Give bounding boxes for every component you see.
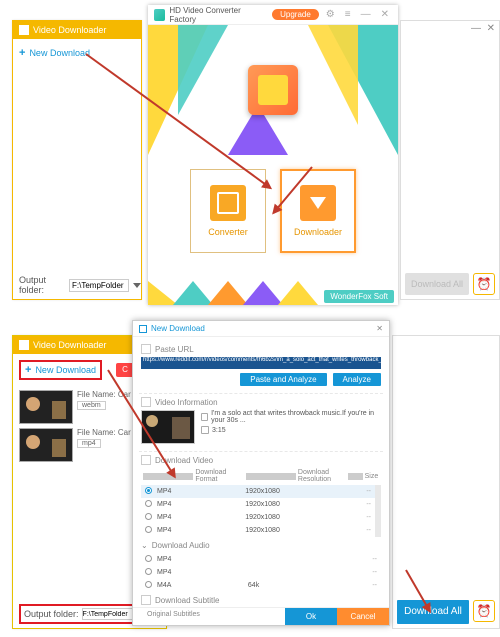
- converter-tile[interactable]: Converter: [190, 169, 266, 253]
- schedule-icon[interactable]: ⏰: [473, 600, 495, 622]
- close-icon[interactable]: ✕: [378, 9, 392, 20]
- ok-button[interactable]: Ok: [285, 608, 337, 625]
- conv-titlebar: HD Video Converter Factory Upgrade ⚙ ≡ —…: [148, 5, 398, 25]
- cancel-button[interactable]: Cancel: [337, 608, 389, 625]
- audio-format-row[interactable]: MP4--: [141, 553, 381, 566]
- output-folder-label: Output folder:: [19, 275, 65, 295]
- size-icon: [348, 473, 362, 480]
- dialog-icon: [139, 325, 147, 333]
- downloader-tile[interactable]: Downloader: [280, 169, 356, 253]
- new-download-button[interactable]: + New Download: [19, 47, 135, 59]
- minimize-icon[interactable]: —: [358, 9, 374, 20]
- radio-icon: [145, 526, 152, 533]
- title-icon: [201, 413, 208, 421]
- columns-header: Download Format Download Resolution Size: [143, 469, 379, 483]
- vd-title: Video Downloader: [33, 336, 106, 354]
- schedule-icon[interactable]: ⏰: [473, 273, 495, 295]
- folder-dropdown-icon[interactable]: [133, 283, 141, 288]
- output-folder-row: Output folder:: [19, 275, 141, 295]
- right-panel-top: — ✕ Download All ⏰: [400, 20, 500, 300]
- menu-icon[interactable]: ≡: [342, 9, 354, 20]
- format-row[interactable]: MP41920x1080--: [141, 498, 375, 511]
- brand-badge: WonderFox Soft: [324, 290, 394, 303]
- audio-format-row[interactable]: M4A64k--: [141, 579, 381, 592]
- item-thumbnail: [19, 390, 73, 424]
- hero-banner: [148, 25, 398, 155]
- new-download-dialog: New Download ✕ Paste URL https://www.red…: [132, 320, 390, 626]
- vd-titlebar: Video Downloader: [13, 21, 141, 39]
- resolution-icon: [246, 473, 296, 480]
- footer-decor: WonderFox Soft: [148, 281, 398, 305]
- converter-icon: [210, 185, 246, 221]
- info-icon: [141, 397, 151, 407]
- upgrade-button[interactable]: Upgrade: [272, 9, 319, 20]
- plus-icon: +: [25, 364, 31, 376]
- analyze-button[interactable]: Analyze: [333, 373, 381, 386]
- new-download-label: New Download: [35, 365, 96, 375]
- conv-title: HD Video Converter Factory: [169, 6, 264, 24]
- output-folder-label: Output folder:: [24, 609, 79, 619]
- audio-format-row[interactable]: MP4--: [141, 566, 381, 579]
- dialog-titlebar: New Download ✕: [133, 321, 389, 337]
- downloader-label: Downloader: [294, 227, 342, 237]
- plus-icon: +: [19, 47, 25, 59]
- radio-icon: [145, 513, 152, 520]
- download-all-button[interactable]: Download All: [397, 600, 469, 624]
- item-format-chip[interactable]: mp4: [77, 439, 101, 448]
- item-thumbnail: [19, 428, 73, 462]
- right-panel-bottom: Download All ⏰: [392, 335, 500, 629]
- output-folder-input[interactable]: [82, 608, 140, 620]
- format-row[interactable]: MP41920x1080--: [141, 485, 375, 498]
- video-duration: 3:15: [212, 427, 226, 434]
- video-format-list[interactable]: MP41920x1080--MP41920x1080--MP41920x1080…: [141, 485, 381, 537]
- converter-label: Converter: [208, 227, 248, 237]
- app-icon: [19, 340, 29, 350]
- download-audio-header[interactable]: ⌄ Download Audio: [141, 541, 381, 550]
- clock-icon: [201, 426, 209, 434]
- minimize-icon[interactable]: —: [471, 23, 481, 34]
- settings-icon[interactable]: ⚙: [323, 9, 338, 20]
- video-title: I'm a solo act that writes throwback mus…: [211, 410, 381, 424]
- paste-analyze-button[interactable]: Paste and Analyze: [240, 373, 326, 386]
- radio-icon: [145, 487, 152, 494]
- download-all-disabled: Download All: [405, 273, 469, 295]
- subtitle-icon: [141, 595, 151, 605]
- video-thumbnail: [141, 410, 195, 444]
- url-input[interactable]: https://www.reddit.com/r/videos/comments…: [141, 357, 381, 369]
- new-download-button-highlighted[interactable]: + New Download: [19, 360, 102, 380]
- link-icon: [141, 344, 151, 354]
- product-logo-icon: [248, 65, 298, 115]
- video-icon: [141, 455, 151, 465]
- paste-url-header: Paste URL: [141, 344, 381, 354]
- download-subtitle-header[interactable]: Download Subtitle: [141, 595, 381, 605]
- app-logo-icon: [154, 9, 165, 21]
- vd-title: Video Downloader: [33, 21, 106, 39]
- radio-icon: [145, 568, 152, 575]
- radio-icon: [145, 500, 152, 507]
- radio-icon: [145, 555, 152, 562]
- close-icon[interactable]: ✕: [487, 23, 495, 34]
- downloader-icon: [300, 185, 336, 221]
- item-format-chip[interactable]: webm: [77, 401, 106, 410]
- chevron-down-icon: ⌄: [141, 541, 148, 550]
- new-download-label: New Download: [29, 48, 90, 58]
- hd-converter-window: HD Video Converter Factory Upgrade ⚙ ≡ —…: [148, 5, 398, 305]
- dialog-title: New Download: [151, 324, 205, 333]
- video-info-header: Video Information: [141, 397, 381, 407]
- download-video-header: Download Video: [141, 455, 381, 465]
- output-folder-input[interactable]: [69, 279, 129, 292]
- format-row[interactable]: MP41920x1080--: [141, 511, 375, 524]
- format-icon: [143, 473, 193, 480]
- video-downloader-window-top: Video Downloader + New Download Output f…: [12, 20, 142, 300]
- radio-icon: [145, 581, 152, 588]
- app-icon: [19, 25, 29, 35]
- format-row[interactable]: MP41920x1080--: [141, 524, 375, 537]
- close-icon[interactable]: ✕: [376, 324, 383, 333]
